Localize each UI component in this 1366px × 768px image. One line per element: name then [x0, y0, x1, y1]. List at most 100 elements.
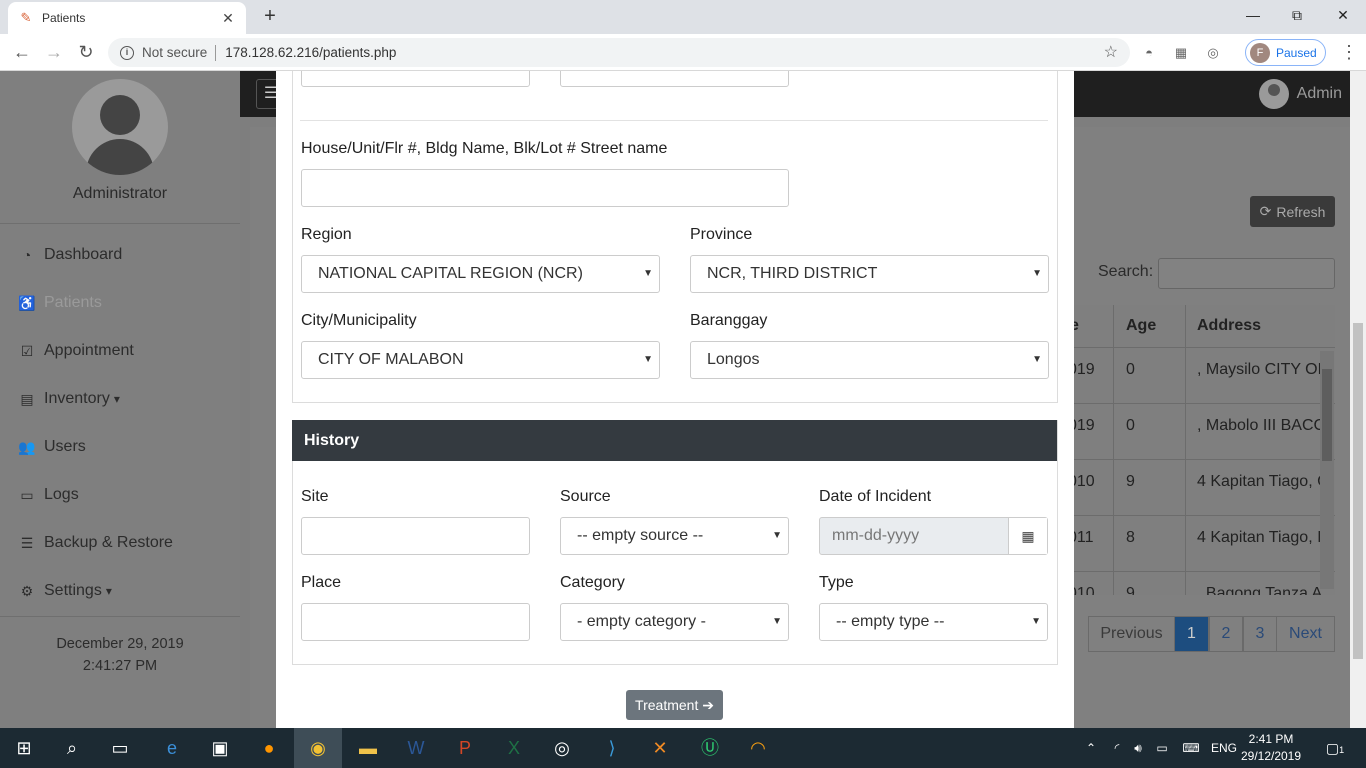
web-page: Administrator ◔ Dashboard ♿ Patients ☑ A… — [0, 71, 1366, 728]
page-scrollbar[interactable] — [1350, 71, 1366, 728]
street-field-top-left[interactable] — [301, 71, 530, 87]
table-cell: 019 — [1074, 417, 1095, 434]
pagination-page-1[interactable]: 1 — [1174, 616, 1209, 652]
task-view-icon[interactable]: ▭ — [106, 734, 134, 762]
notification-icon[interactable]: ▢1 — [1320, 728, 1350, 768]
extension-circle-icon[interactable]: ◎ — [1204, 44, 1222, 62]
pagination-previous[interactable]: Previous — [1088, 616, 1175, 652]
place-input[interactable] — [301, 603, 530, 641]
street-field-top-right[interactable] — [560, 71, 789, 87]
info-icon[interactable]: i — [120, 45, 134, 60]
minimize-icon[interactable]: — — [1238, 4, 1268, 26]
pagination-page-3[interactable]: 3 — [1243, 616, 1277, 652]
page-scrollbar-thumb[interactable] — [1353, 323, 1363, 659]
type-select[interactable]: -- empty type -- ▼ — [819, 603, 1048, 641]
not-secure-label: Not secure — [142, 45, 208, 60]
region-select[interactable]: NATIONAL CAPITAL REGION (NCR) ▼ — [301, 255, 660, 293]
obs-icon[interactable]: ◎ — [548, 734, 576, 762]
category-select[interactable]: - empty category - ▼ — [560, 603, 789, 641]
chrome-icon[interactable]: ◉ — [304, 734, 332, 762]
favicon-icon: ✎ — [20, 10, 32, 25]
vscode-icon[interactable]: ⟩ — [598, 734, 626, 762]
table-header-address[interactable]: Address — [1197, 305, 1261, 347]
table-cell: 0 — [1126, 417, 1135, 434]
source-select[interactable]: -- empty source -- ▼ — [560, 517, 789, 555]
windows-start-icon[interactable]: ⊞ — [10, 734, 38, 762]
sidebar-item-logs[interactable]: ▭ Logs — [18, 486, 78, 504]
language-indicator[interactable]: ENG — [1210, 728, 1238, 768]
admin-menu[interactable]: Admin — [1258, 79, 1342, 109]
pagination-page-2[interactable]: 2 — [1209, 616, 1243, 652]
refresh-label: Refresh — [1276, 203, 1326, 220]
barangay-select[interactable]: Longos ▼ — [690, 341, 1049, 379]
tachometer-icon: ◔ — [22, 247, 32, 263]
treatment-button[interactable]: Treatment ➔ — [626, 690, 723, 720]
edge-icon[interactable]: e — [158, 734, 186, 762]
pagination-next[interactable]: Next — [1276, 616, 1335, 652]
volume-icon[interactable]: 🔊︎ — [1128, 728, 1148, 768]
site-label: Site — [301, 488, 329, 505]
search-icon[interactable]: ⌕ — [58, 734, 86, 762]
incognito-extension-icon[interactable]: ◓ — [1140, 44, 1158, 62]
barangay-selected: Longos — [707, 351, 760, 368]
type-label: Type — [819, 574, 854, 591]
extension-icon[interactable]: ▦ — [1172, 44, 1190, 62]
users-icon: 👥 — [18, 438, 36, 455]
sidebar-item-appointment[interactable]: ☑ Appointment — [18, 342, 134, 360]
battery-icon[interactable]: ▭ — [1152, 728, 1172, 768]
table-header-age[interactable]: Age — [1126, 305, 1156, 347]
refresh-button[interactable]: ⟳ Refresh — [1250, 196, 1335, 227]
store-icon[interactable]: ▣ — [206, 734, 234, 762]
window-close-icon[interactable]: ✕ — [1328, 4, 1358, 26]
tray-chevron-up-icon[interactable]: ⌃ — [1082, 728, 1100, 768]
profile-button[interactable]: F Paused — [1245, 39, 1326, 66]
source-label: Source — [560, 488, 611, 505]
excel-icon[interactable]: X — [500, 734, 528, 762]
app-icon[interactable]: ◠ — [744, 734, 772, 762]
sidebar-item-inventory[interactable]: ▤ Inventory ▾ — [18, 390, 119, 408]
keyboard-icon[interactable]: ⌨ — [1178, 728, 1204, 768]
close-tab-icon[interactable]: ✕ — [220, 10, 236, 27]
dropdown-caret-icon: ▼ — [643, 354, 653, 365]
table-header-date[interactable]: e — [1074, 305, 1079, 347]
restore-icon[interactable]: ⧉ — [1282, 4, 1312, 26]
browser-menu-icon[interactable]: ⋮ — [1340, 42, 1358, 63]
wifi-icon[interactable]: ◜ — [1106, 728, 1128, 768]
date-placeholder: mm-dd-yyyy — [832, 527, 920, 544]
browser-tab[interactable]: ✎ Patients ✕ — [8, 2, 246, 34]
upwork-icon[interactable]: Ⓤ — [696, 734, 724, 762]
search-input[interactable] — [1158, 258, 1335, 289]
city-selected: CITY OF MALABON — [318, 351, 464, 368]
calendar-icon[interactable]: ▦ — [1008, 518, 1047, 554]
site-input[interactable] — [301, 517, 530, 555]
forward-arrow-icon[interactable]: → — [42, 40, 66, 64]
table-divider — [1074, 515, 1335, 516]
sidebar-date: December 29, 2019 — [56, 636, 184, 652]
sidebar-item-users[interactable]: 👥 Users — [18, 438, 86, 456]
table-cell: , Maysilo CITY OF — [1197, 361, 1328, 378]
date-of-incident-input[interactable]: mm-dd-yyyy ▦ — [819, 517, 1048, 555]
sidebar-item-settings[interactable]: ⚙ Settings ▾ — [18, 582, 112, 600]
region-label: Region — [301, 226, 352, 243]
file-explorer-icon[interactable]: ▬ — [354, 734, 382, 762]
sidebar-item-patients[interactable]: ♿ Patients — [18, 294, 102, 312]
back-arrow-icon[interactable]: ← — [10, 40, 34, 64]
address-bar[interactable]: i Not secure 178.128.62.216/patients.php… — [108, 38, 1130, 67]
city-select[interactable]: CITY OF MALABON ▼ — [301, 341, 660, 379]
bookmark-star-icon[interactable]: ☆ — [1104, 42, 1118, 62]
province-select[interactable]: NCR, THIRD DISTRICT ▼ — [690, 255, 1049, 293]
xampp-icon[interactable]: ✕ — [646, 734, 674, 762]
admin-avatar — [1258, 79, 1289, 109]
windows-taskbar: ⊞ ⌕ ▭ e ▣ ● ◉ ▬ W P X ◎ ⟩ ✕ Ⓤ ◠ ⌃ ◜ 🔊︎ ▭… — [0, 728, 1366, 768]
reload-icon[interactable]: ↻ — [74, 40, 98, 64]
refresh-icon: ⟳ — [1259, 203, 1272, 219]
sidebar-item-backup-restore[interactable]: ☰ Backup & Restore — [18, 534, 173, 552]
word-icon[interactable]: W — [402, 734, 430, 762]
taskbar-clock[interactable]: 2:41 PM 29/12/2019 — [1238, 731, 1304, 765]
sidebar-item-dashboard[interactable]: ◔ Dashboard — [18, 246, 123, 264]
new-tab-button[interactable]: + — [258, 4, 282, 28]
address-input[interactable] — [301, 169, 789, 207]
firefox-icon[interactable]: ● — [255, 734, 283, 762]
powerpoint-icon[interactable]: P — [451, 734, 479, 762]
table-scrollbar[interactable] — [1320, 351, 1334, 589]
